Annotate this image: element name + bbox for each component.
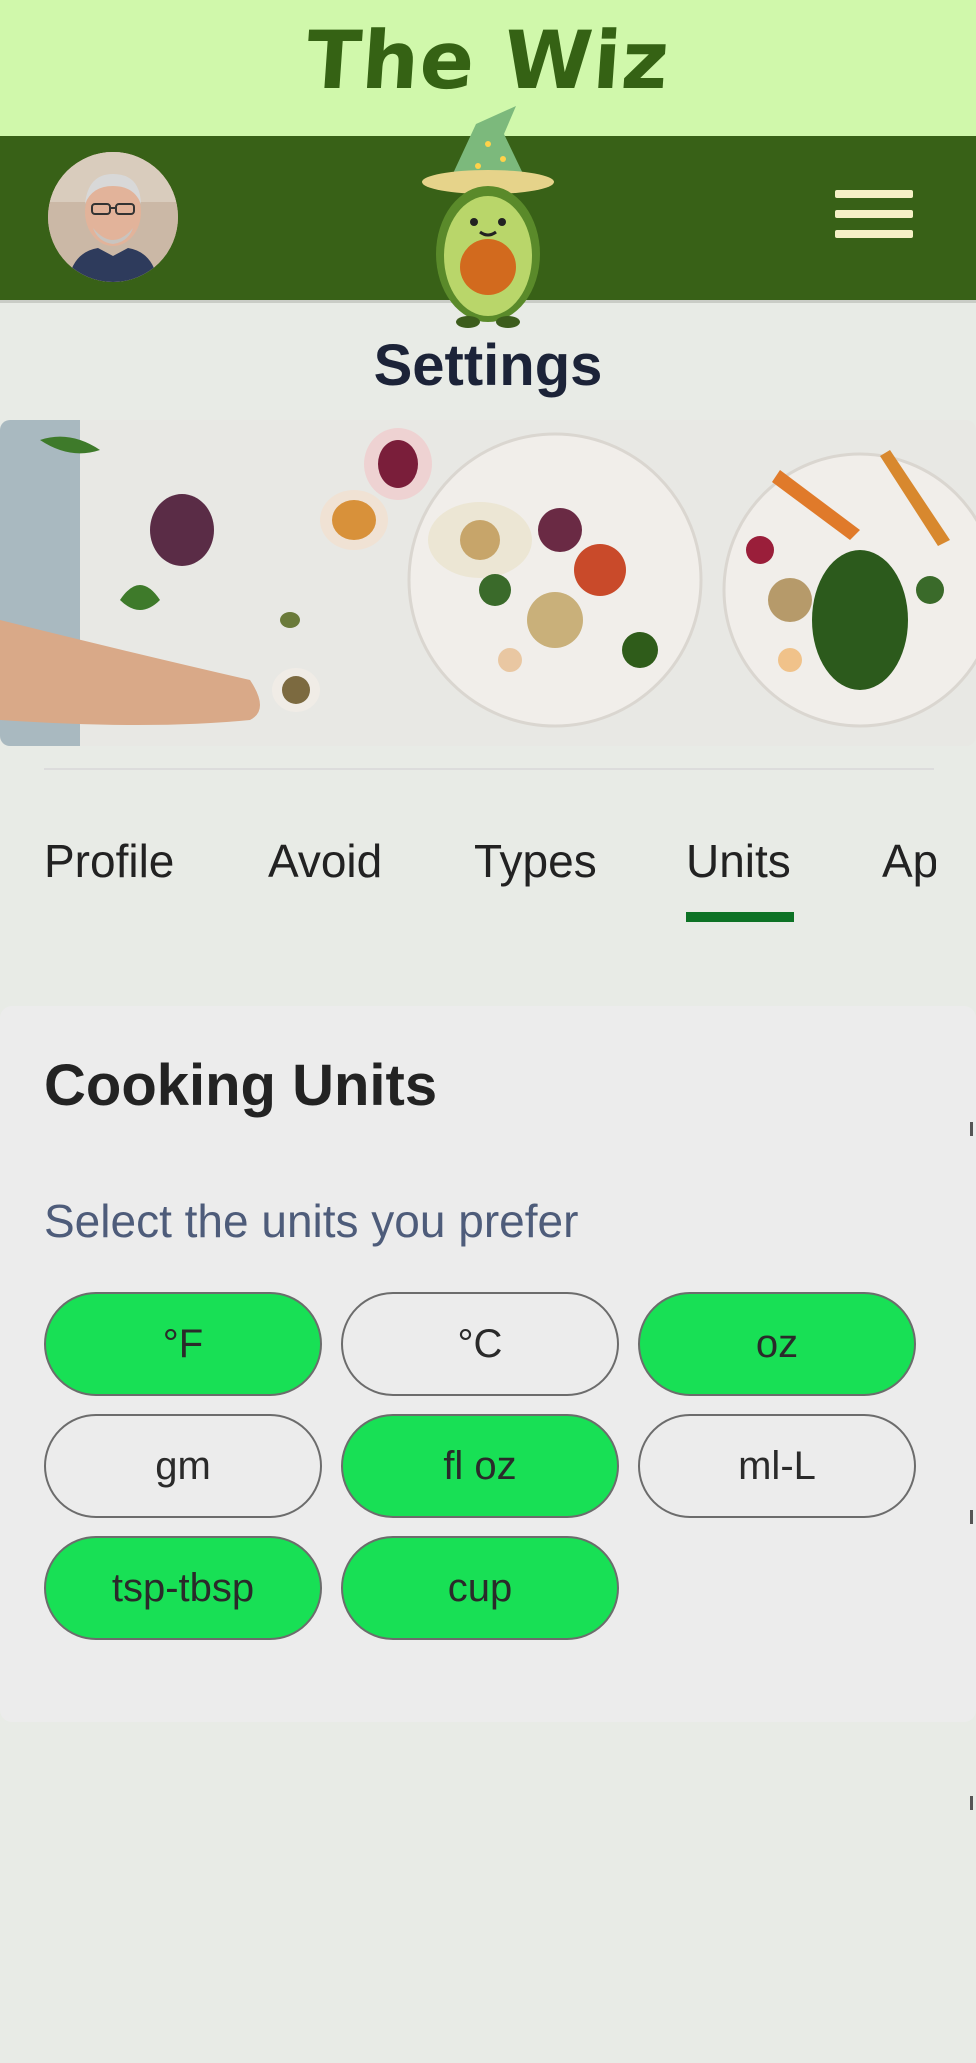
avatar-photo — [48, 152, 178, 282]
page-title: Settings — [373, 333, 603, 398]
tab-ap[interactable]: Ap — [882, 834, 936, 888]
menu-bar — [835, 210, 913, 218]
section-subtitle: Select the units you prefer — [44, 1195, 579, 1247]
food-photo — [0, 420, 976, 746]
tab-avoid[interactable]: Avoid — [268, 834, 382, 888]
unit-chip-cup[interactable]: cup — [341, 1536, 619, 1640]
scroll-edge-mark — [970, 1796, 973, 1810]
hero-image — [0, 420, 976, 746]
tab-profile[interactable]: Profile — [44, 834, 174, 888]
tab-types[interactable]: Types — [474, 834, 597, 888]
unit-chip-gm[interactable]: gm — [44, 1414, 322, 1518]
avatar[interactable] — [48, 152, 178, 282]
settings-tabs: Profile Avoid Types Units Ap — [44, 820, 936, 930]
unit-chip-fahrenheit[interactable]: °F — [44, 1292, 322, 1396]
menu-bar — [835, 230, 913, 238]
app-title: The Wiz — [303, 14, 673, 107]
section-title: Cooking Units — [44, 1053, 438, 1118]
active-tab-indicator — [686, 912, 794, 922]
scroll-edge-mark — [970, 1510, 973, 1524]
tab-units[interactable]: Units — [686, 834, 791, 888]
unit-chip-fl-oz[interactable]: fl oz — [341, 1414, 619, 1518]
unit-chip-celsius[interactable]: °C — [341, 1292, 619, 1396]
wizard-avocado-mascot — [422, 106, 554, 328]
hamburger-menu-icon[interactable] — [830, 186, 920, 246]
menu-bar — [835, 190, 913, 198]
unit-chip-oz[interactable]: oz — [638, 1292, 916, 1396]
hero-divider — [44, 768, 934, 770]
unit-chip-tsp-tbsp[interactable]: tsp-tbsp — [44, 1536, 322, 1640]
unit-chip-ml-l[interactable]: ml-L — [638, 1414, 916, 1518]
scroll-edge-mark — [970, 1122, 973, 1136]
